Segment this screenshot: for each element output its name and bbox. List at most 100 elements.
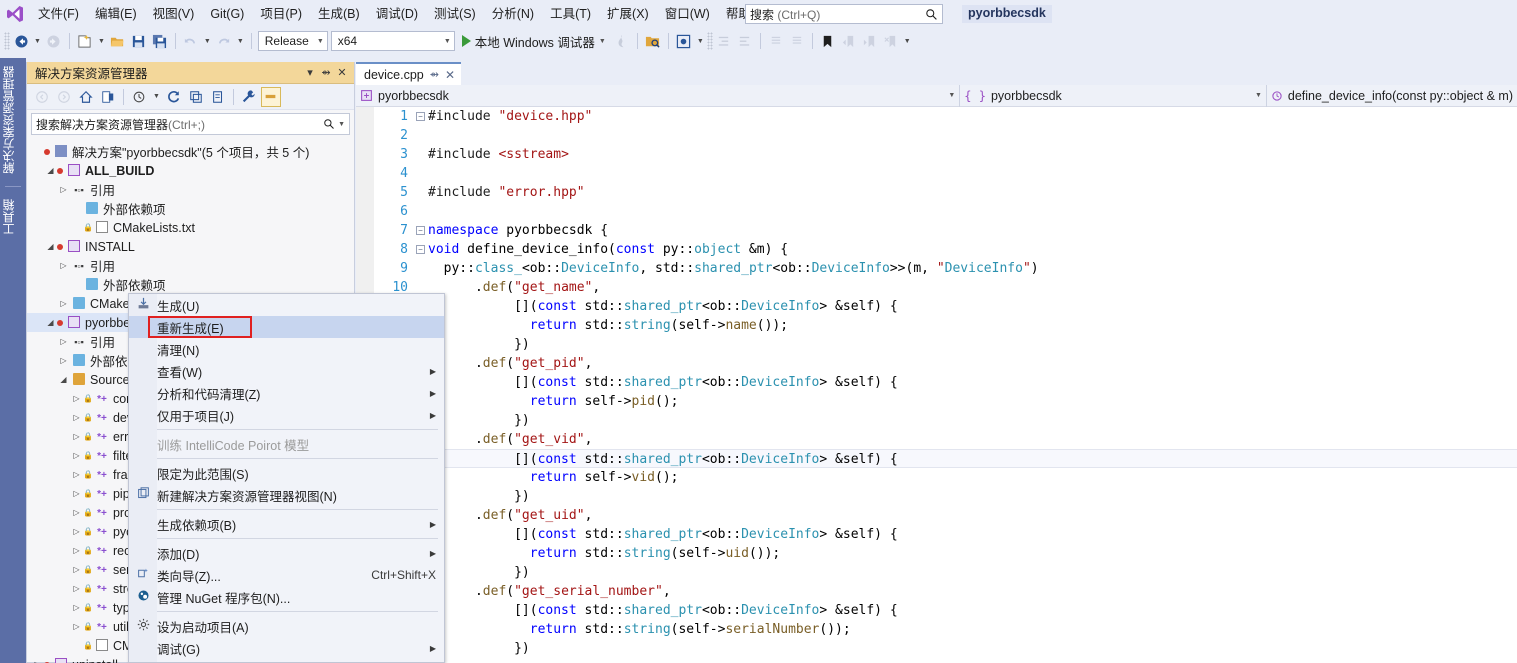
pending-changes-icon[interactable] xyxy=(98,87,118,107)
code-line[interactable]: [](const std::shared_ptr<ob::DeviceInfo>… xyxy=(428,525,1517,544)
chevron-down-icon[interactable]: ▼ xyxy=(338,121,345,128)
tree-twisty-icon[interactable]: ▷ xyxy=(70,470,83,479)
redo-icon[interactable] xyxy=(214,30,234,52)
vertical-tab-toolbox[interactable]: 工具箱 xyxy=(0,191,26,243)
code-line[interactable]: .def("get_uid", xyxy=(428,506,1517,525)
uncomment-icon[interactable] xyxy=(787,30,807,52)
navbar-project-dropdown[interactable]: pyorbbecsdk ▼ xyxy=(356,84,961,107)
menu-item-1[interactable]: 编辑(E) xyxy=(87,1,145,27)
code-line[interactable]: [](const std::shared_ptr<ob::DeviceInfo>… xyxy=(428,373,1517,392)
menu-item-8[interactable]: 分析(N) xyxy=(484,1,542,27)
back-icon[interactable] xyxy=(32,87,52,107)
project-context-menu[interactable]: 生成(U) 重新生成(E) 清理(N) 查看(W) ▶ 分析和代码清理(Z) ▶ 仅用于项目(… xyxy=(128,293,445,663)
tree-twisty-icon[interactable]: ▷ xyxy=(57,261,70,270)
new-project-dropdown-icon[interactable]: ▼ xyxy=(96,38,107,45)
context-menu-item-13[interactable]: 设为启动项目(A) xyxy=(129,615,444,637)
tree-item-5[interactable]: ◢ INSTALL xyxy=(27,237,354,256)
tree-twisty-icon[interactable]: ◢ xyxy=(44,318,57,327)
code-line[interactable] xyxy=(428,126,1517,145)
tree-twisty-icon[interactable]: ◢ xyxy=(44,166,57,175)
history-icon[interactable] xyxy=(129,87,149,107)
menu-item-9[interactable]: 工具(T) xyxy=(542,1,599,27)
code-line[interactable]: .def("get_vid", xyxy=(428,430,1517,449)
code-line[interactable]: return self->vid(); xyxy=(428,468,1517,487)
code-line[interactable]: .def("get_serial_number", xyxy=(428,582,1517,601)
outdent-icon[interactable] xyxy=(735,30,755,52)
tree-twisty-icon[interactable]: ▷ xyxy=(70,508,83,517)
menu-item-4[interactable]: 项目(P) xyxy=(252,1,310,27)
tree-twisty-icon[interactable]: ▷ xyxy=(70,413,83,422)
solution-configuration-combo[interactable]: Release ▼ xyxy=(257,31,328,51)
tree-twisty-icon[interactable]: ▷ xyxy=(70,432,83,441)
code-line[interactable]: return std::string(self->name()); xyxy=(428,316,1517,335)
tree-twisty-icon[interactable]: ▷ xyxy=(70,584,83,593)
code-line[interactable]: }) xyxy=(428,411,1517,430)
code-line[interactable]: return std::string(self->uid()); xyxy=(428,544,1517,563)
code-line[interactable]: }) xyxy=(428,335,1517,354)
menu-item-11[interactable]: 窗口(W) xyxy=(657,1,718,27)
back-dropdown-icon[interactable]: ▼ xyxy=(32,38,43,45)
context-menu-item-14[interactable]: 调试(G) ▶ xyxy=(129,637,444,659)
context-menu-item-7[interactable]: 限定为此范围(S) xyxy=(129,462,444,484)
preview-selected-elements-icon[interactable] xyxy=(643,30,663,52)
hot-reload-icon[interactable] xyxy=(612,30,632,52)
code-line[interactable] xyxy=(428,202,1517,221)
context-menu-item-2[interactable]: 清理(N) xyxy=(129,338,444,360)
code-line[interactable]: [](const std::shared_ptr<ob::DeviceInfo>… xyxy=(428,601,1517,620)
context-menu-item-11[interactable]: 类向导(Z)... Ctrl+Shift+X xyxy=(129,564,444,586)
tree-item-1[interactable]: ◢ ALL_BUILD xyxy=(27,161,354,180)
previous-bookmark-icon[interactable] xyxy=(839,30,859,52)
close-icon[interactable]: ✕ xyxy=(334,66,350,79)
code-line[interactable]: #include "error.hpp" xyxy=(428,183,1517,202)
comment-icon[interactable] xyxy=(766,30,786,52)
code-line[interactable]: return self->pid(); xyxy=(428,392,1517,411)
menu-item-2[interactable]: 视图(V) xyxy=(145,1,203,27)
toolbar-grip-2[interactable] xyxy=(706,32,713,50)
collapse-all-icon[interactable] xyxy=(186,87,206,107)
collapse-region-icon[interactable]: − xyxy=(416,226,425,235)
tree-twisty-icon[interactable]: ▷ xyxy=(57,337,70,346)
tree-item-6[interactable]: ▷ ▪▫▪ 引用 xyxy=(27,256,354,275)
tree-twisty-icon[interactable]: ▷ xyxy=(70,622,83,631)
menu-item-10[interactable]: 扩展(X) xyxy=(599,1,657,27)
navbar-namespace-dropdown[interactable]: { } pyorbbecsdk ▼ xyxy=(960,84,1267,107)
code-line[interactable]: py::class_<ob::DeviceInfo, std::shared_p… xyxy=(428,259,1517,278)
navigate-back-icon[interactable] xyxy=(11,30,31,52)
tree-item-7[interactable]: 外部依赖项 xyxy=(27,275,354,294)
solution-platform-combo[interactable]: x64 ▼ xyxy=(330,31,455,51)
forward-icon[interactable] xyxy=(54,87,74,107)
pin-icon[interactable]: ⇴ xyxy=(430,68,439,81)
live-visual-tree-dropdown-icon[interactable]: ▼ xyxy=(695,38,706,45)
next-bookmark-icon[interactable] xyxy=(860,30,880,52)
context-menu-item-1[interactable]: 重新生成(E) xyxy=(129,316,444,338)
code-line[interactable]: #include <sstream> xyxy=(428,145,1517,164)
context-menu-item-10[interactable]: 添加(D) ▶ xyxy=(129,542,444,564)
context-menu-item-4[interactable]: 分析和代码清理(Z) ▶ xyxy=(129,382,444,404)
save-all-icon[interactable] xyxy=(150,30,170,52)
history-dropdown-icon[interactable]: ▼ xyxy=(151,93,162,100)
indent-icon[interactable] xyxy=(714,30,734,52)
code-line[interactable]: #include "device.hpp" xyxy=(428,107,1517,126)
navbar-member-dropdown[interactable]: define_device_info(const py::object & m) xyxy=(1267,85,1517,107)
context-menu-item-0[interactable]: 生成(U) xyxy=(129,294,444,316)
tree-twisty-icon[interactable]: ▷ xyxy=(70,527,83,536)
navigate-forward-icon[interactable] xyxy=(44,30,64,52)
menu-item-5[interactable]: 生成(B) xyxy=(310,1,368,27)
code-text[interactable]: #include "device.hpp" #include <sstream>… xyxy=(428,107,1517,663)
toolbar-overflow-icon[interactable]: ▼ xyxy=(902,38,913,45)
tree-twisty-icon[interactable]: ▷ xyxy=(57,356,70,365)
collapse-region-icon[interactable]: − xyxy=(416,245,425,254)
start-debug-button[interactable]: 本地 Windows 调试器 ▼ xyxy=(457,32,611,51)
collapse-region-icon[interactable]: − xyxy=(416,112,425,121)
tree-item-0[interactable]: 解决方案"pyorbbecsdk"(5 个项目，共 5 个) xyxy=(27,142,354,161)
new-project-icon[interactable] xyxy=(75,30,95,52)
properties-wrench-icon[interactable] xyxy=(239,87,259,107)
code-line[interactable]: }) xyxy=(428,487,1517,506)
code-line[interactable] xyxy=(428,164,1517,183)
editor-tab-device-cpp[interactable]: device.cpp ⇴ ✕ xyxy=(356,62,462,85)
tree-item-3[interactable]: 外部依赖项 xyxy=(27,199,354,218)
quick-search-box[interactable]: 搜索 (Ctrl+Q) xyxy=(745,4,943,24)
tree-twisty-icon[interactable]: ▷ xyxy=(70,603,83,612)
tree-item-4[interactable]: 🔒 CMakeLists.txt xyxy=(27,218,354,237)
preview-selected-items-icon[interactable] xyxy=(260,86,281,107)
